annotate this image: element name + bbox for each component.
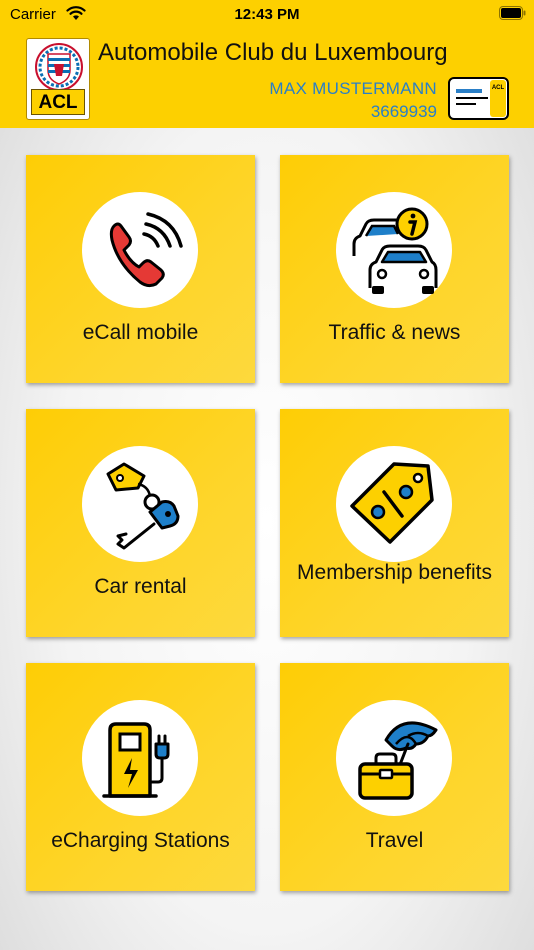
phone-call-icon — [109, 212, 183, 288]
charging-station-icon — [102, 722, 170, 798]
tile-label: eCall mobile — [82, 321, 199, 344]
member-number: 3669939 — [370, 102, 437, 121]
logo-wordmark: ACL — [31, 89, 85, 115]
tile-label: Traffic & news — [328, 321, 461, 344]
discount-tag-icon — [350, 462, 434, 544]
member-name: MAX MUSTERMANN — [269, 79, 437, 98]
acl-crest-icon — [35, 43, 83, 91]
app-header: ACL Automobile Club du Luxembourg MAX MU… — [0, 30, 534, 128]
tile-membership-benefits[interactable]: Membership benefits — [280, 409, 509, 637]
travel-umbrella-icon — [358, 721, 438, 800]
page-title: Automobile Club du Luxembourg — [98, 39, 448, 66]
card-brand: ACL — [492, 85, 505, 91]
acl-logo: ACL — [26, 38, 90, 120]
membership-card-icon[interactable]: ACL — [448, 77, 509, 120]
tile-label: Car rental — [94, 575, 187, 598]
tile-label: eCharging Stations — [51, 829, 230, 852]
tile-traffic-news[interactable]: Traffic & news — [280, 155, 509, 383]
tile-label: Membership benefits — [297, 561, 492, 584]
tile-ecall-mobile[interactable]: eCall mobile — [26, 155, 255, 383]
tile-echarging-stations[interactable]: eCharging Stations — [26, 663, 255, 891]
car-key-icon — [106, 462, 180, 550]
status-bar: Carrier 12:43 PM — [0, 0, 534, 30]
traffic-info-icon — [352, 207, 438, 294]
clock: 12:43 PM — [234, 6, 300, 23]
tile-label: Travel — [365, 829, 424, 852]
tile-car-rental[interactable]: Car rental — [26, 409, 255, 637]
tile-travel[interactable]: Travel — [280, 663, 509, 891]
battery-icon — [499, 6, 526, 20]
